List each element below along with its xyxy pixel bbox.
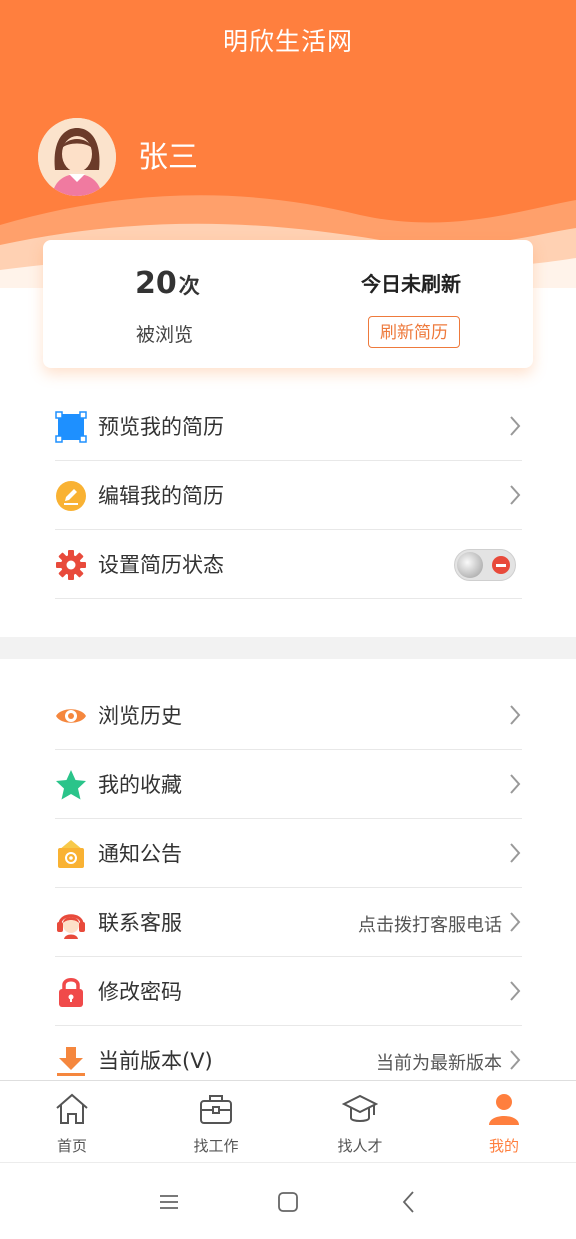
menu-item-browse-history[interactable]: 浏览历史	[55, 681, 522, 750]
menu-item-favorites[interactable]: 我的收藏	[55, 750, 522, 819]
toggle-knob	[457, 552, 483, 578]
menu-item-notices[interactable]: 通知公告	[55, 819, 522, 888]
chevron-right-icon	[510, 1050, 521, 1070]
user-name: 张三	[138, 140, 198, 175]
avatar[interactable]	[38, 118, 116, 196]
briefcase-icon	[200, 1095, 232, 1124]
tab-find-talent[interactable]: 找人才	[288, 1081, 432, 1163]
menu-item-resume-status[interactable]: 设置简历状态	[55, 530, 522, 599]
refresh-resume-button[interactable]: 刷新简历	[368, 316, 460, 348]
app-title: 明欣生活网	[222, 27, 353, 56]
menu-icon[interactable]	[154, 1187, 184, 1217]
preview-icon	[55, 411, 87, 443]
chevron-right-icon	[510, 485, 521, 505]
tab-label: 找人才	[337, 1137, 383, 1155]
back-icon[interactable]	[394, 1187, 424, 1217]
view-count-label: 被浏览	[136, 324, 194, 346]
view-count: 20次	[135, 266, 200, 301]
tab-label: 我的	[488, 1137, 519, 1155]
graduation-cap-icon	[342, 1094, 378, 1122]
notice-icon	[58, 840, 84, 868]
tab-label: 首页	[56, 1137, 87, 1155]
system-nav-bar	[0, 1162, 576, 1239]
version-status: 当前为最新版本	[376, 1053, 502, 1074]
section-divider	[0, 637, 576, 659]
view-count-value: 20	[135, 266, 177, 301]
menu-label: 预览我的简历	[98, 415, 224, 439]
toggle-off-icon	[492, 556, 510, 574]
menu-label: 当前版本(V)	[98, 1049, 213, 1073]
menu-item-preview-resume[interactable]: 预览我的简历	[55, 392, 522, 461]
headset-icon	[57, 914, 85, 939]
menu-label: 编辑我的简历	[98, 484, 224, 508]
menu-label: 设置简历状态	[98, 553, 224, 577]
chevron-right-icon	[510, 912, 521, 932]
person-icon	[489, 1094, 519, 1125]
menu-label: 浏览历史	[98, 704, 182, 728]
home-square-icon[interactable]	[273, 1187, 303, 1217]
lock-icon	[59, 978, 83, 1007]
resume-status-toggle[interactable]	[454, 549, 516, 581]
eye-icon	[56, 709, 86, 723]
avatar-girl-icon	[38, 118, 116, 196]
view-count-unit: 次	[178, 274, 200, 298]
tab-find-job[interactable]: 找工作	[144, 1081, 288, 1163]
menu-item-edit-resume[interactable]: 编辑我的简历	[55, 461, 522, 530]
menu-label: 修改密码	[98, 980, 182, 1004]
tab-home[interactable]: 首页	[0, 1081, 144, 1163]
chevron-right-icon	[510, 774, 521, 794]
download-icon	[57, 1047, 85, 1076]
stats-card: 20次 被浏览 今日未刷新 刷新简历	[43, 240, 533, 368]
refresh-status: 今日未刷新	[361, 272, 461, 296]
chevron-right-icon	[510, 843, 521, 863]
menu-label: 我的收藏	[98, 773, 182, 797]
edit-icon	[56, 481, 86, 511]
menu-label: 联系客服	[98, 911, 182, 935]
menu-item-change-password[interactable]: 修改密码	[55, 957, 522, 1026]
chevron-right-icon	[510, 416, 521, 436]
home-icon	[56, 1093, 88, 1124]
tab-label: 找工作	[193, 1137, 239, 1155]
bottom-tab-bar: 首页 找工作 找人才 我的	[0, 1080, 576, 1163]
chevron-right-icon	[510, 705, 521, 725]
gear-icon	[56, 550, 86, 580]
star-icon	[56, 770, 86, 800]
chevron-right-icon	[510, 981, 521, 1001]
tab-mine[interactable]: 我的	[432, 1081, 576, 1163]
call-service-hint: 点击拨打客服电话	[358, 915, 502, 936]
menu-item-customer-service[interactable]: 联系客服 点击拨打客服电话	[55, 888, 522, 957]
menu-label: 通知公告	[98, 842, 182, 866]
